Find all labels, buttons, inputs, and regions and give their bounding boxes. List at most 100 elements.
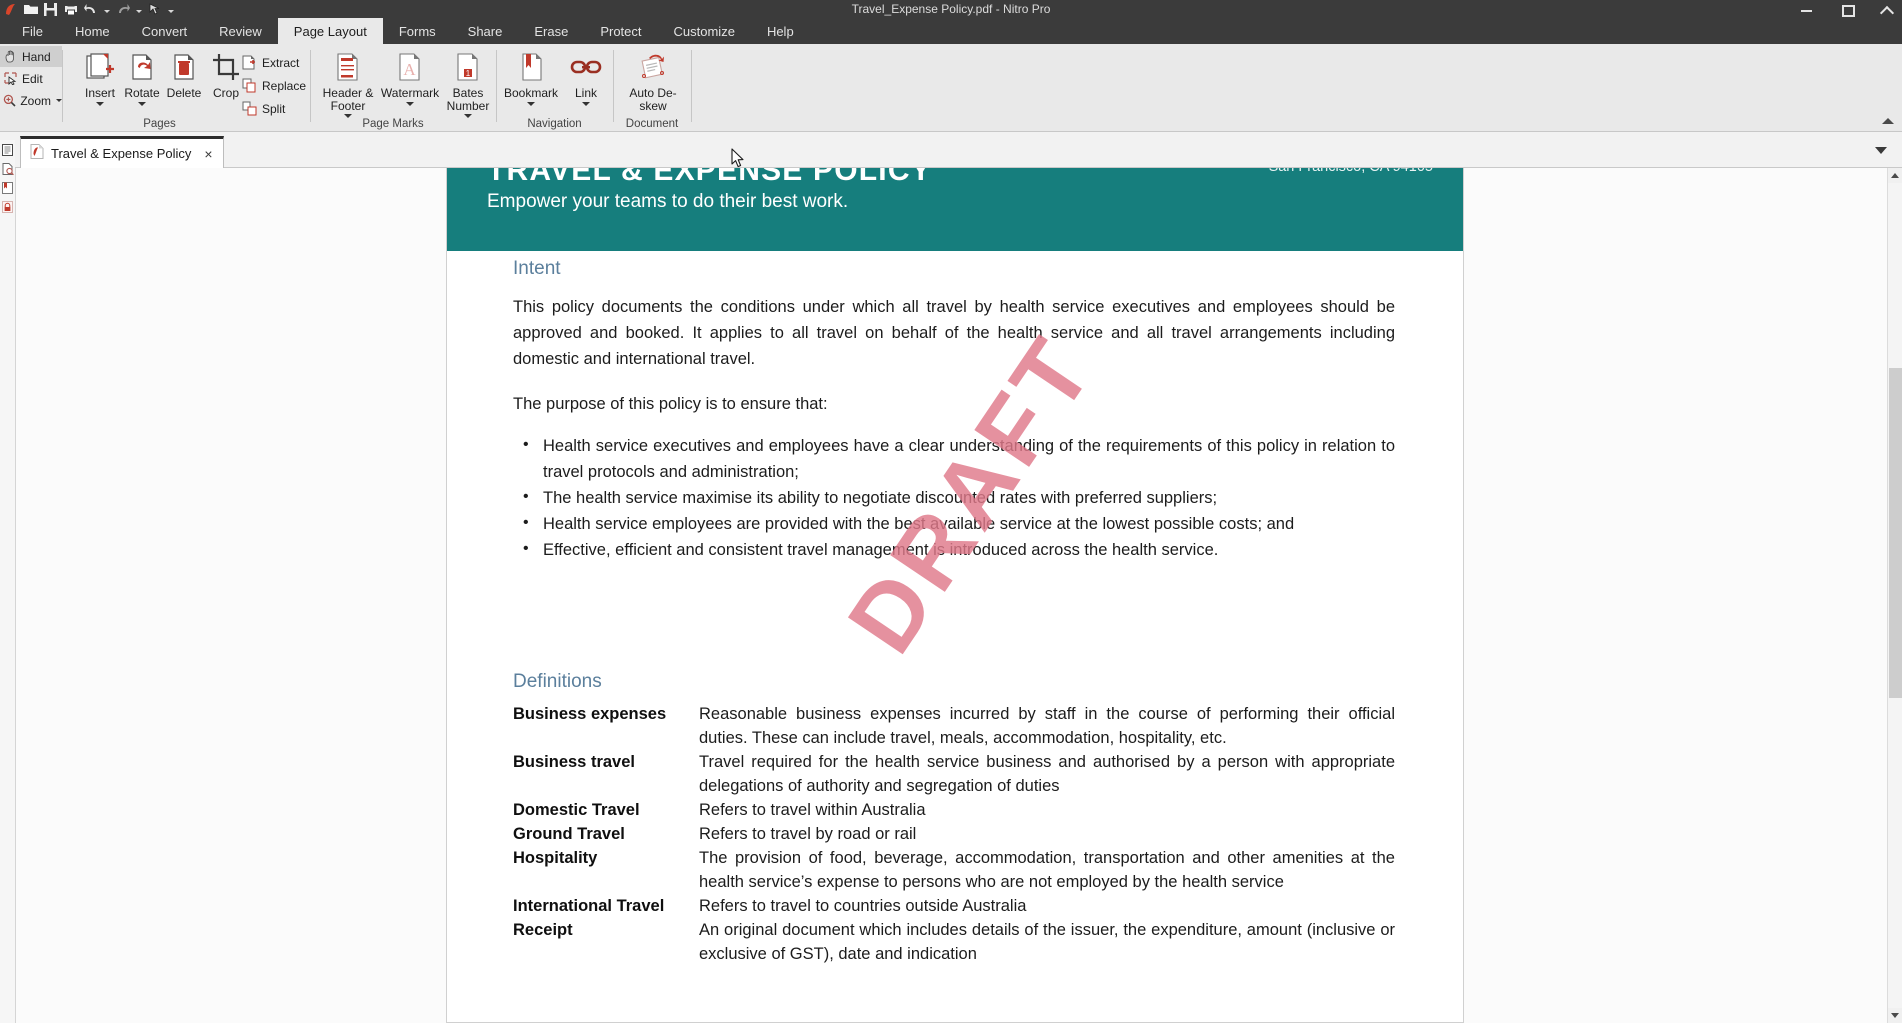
hand-tool-label: Hand <box>22 49 51 64</box>
hand-icon <box>3 49 18 64</box>
bates-number-button[interactable]: 1 Bates Number <box>439 48 497 122</box>
definitions-list: Business expenses Reasonable business ex… <box>513 702 1395 966</box>
collapse-ribbon-button[interactable] <box>1878 2 1896 16</box>
svg-text:A: A <box>403 60 416 79</box>
list-item: Effective, efficient and consistent trav… <box>513 536 1395 563</box>
split-icon <box>241 100 258 117</box>
definition-row: Domestic Travel Refers to travel within … <box>513 798 1395 822</box>
rotate-page-caret[interactable] <box>138 101 146 106</box>
ribbon-tab-help[interactable]: Help <box>751 18 810 44</box>
maximize-button[interactable] <box>1838 2 1856 17</box>
definition-description: Refers to travel by road or rail <box>699 825 917 843</box>
ribbon-tab-protect[interactable]: Protect <box>584 18 657 44</box>
ribbon-tab-review[interactable]: Review <box>203 18 278 44</box>
definition-description: Refers to travel within Australia <box>699 801 926 819</box>
document-tab-close-icon[interactable]: × <box>204 146 212 162</box>
ribbon-tab-convert[interactable]: Convert <box>126 18 204 44</box>
link-caret[interactable] <box>582 101 590 106</box>
header-footer-icon <box>333 48 363 86</box>
ribbon-tab-page-layout[interactable]: Page Layout <box>277 18 383 44</box>
replace-label: Replace <box>262 78 307 93</box>
sidebar-security-panel-icon[interactable] <box>0 197 15 216</box>
definition-term: Hospitality <box>513 849 598 867</box>
bookmark-button[interactable]: Bookmark <box>501 48 561 122</box>
insert-pages-caret[interactable] <box>96 101 104 106</box>
document-vertical-scrollbar[interactable] <box>1887 168 1902 1023</box>
replace-button[interactable]: Replace <box>241 75 306 96</box>
ribbon-tab-share[interactable]: Share <box>452 18 519 44</box>
document-tab-strip: Travel & Expense Policy × <box>0 132 1902 168</box>
definition-term: International Travel <box>513 897 665 915</box>
ribbon-group-document: Auto De-skew Document <box>614 44 690 132</box>
ribbon-group-navigation: Bookmark Link Navigation <box>497 44 612 132</box>
bookmark-label: Bookmark <box>503 86 559 100</box>
section-definitions-heading: Definitions <box>513 671 602 692</box>
split-button[interactable]: Split <box>241 98 285 119</box>
ribbon-group-pages: Insert Rotate Delete Crop Extract Replac… <box>63 44 306 132</box>
minimize-button[interactable] <box>1798 2 1816 16</box>
scroll-down-button[interactable] <box>1888 1008 1902 1023</box>
title-bar: Travel_Expense Policy.pdf - Nitro Pro <box>0 0 1902 18</box>
section-definitions: Definitions Business expenses Reasonable… <box>513 671 1395 966</box>
pdf-page[interactable]: TRAVEL & EXPENSE POLICY Empower your tea… <box>446 168 1464 1023</box>
hand-tool-button[interactable]: Hand <box>0 46 62 67</box>
document-body: Intent This policy documents the conditi… <box>447 251 1463 1022</box>
ribbon-tab-forms[interactable]: Forms <box>383 18 452 44</box>
document-banner: TRAVEL & EXPENSE POLICY Empower your tea… <box>447 168 1463 251</box>
sidebar-pages-panel-icon[interactable] <box>0 140 15 159</box>
watermark-label: Watermark <box>380 86 440 100</box>
ribbon-group-page-marks: Header & Footer A Watermark 1 Bates Numb… <box>311 44 489 132</box>
definition-term: Business travel <box>513 753 635 771</box>
definition-row: International Travel Refers to travel to… <box>513 894 1395 918</box>
definition-description: An original document which includes deta… <box>699 921 1395 963</box>
definition-row: Business travel Travel required for the … <box>513 750 1395 798</box>
ribbon-tab-home[interactable]: Home <box>59 18 126 44</box>
ribbon-group-document-label: Document <box>625 118 679 130</box>
scroll-up-button[interactable] <box>1888 168 1902 183</box>
sidebar-ocr-panel-icon[interactable] <box>0 159 15 178</box>
list-item: The health service maximise its ability … <box>513 484 1395 511</box>
definition-term: Domestic Travel <box>513 801 640 819</box>
ribbon-tab-erase[interactable]: Erase <box>518 18 584 44</box>
pdf-file-icon <box>30 143 44 164</box>
svg-text:1: 1 <box>466 69 471 78</box>
ribbon-scroll-up-button[interactable] <box>1880 115 1896 127</box>
crop-label: Crop <box>212 86 239 100</box>
edit-tool-label: Edit <box>22 71 43 86</box>
extract-button[interactable]: Extract <box>241 52 299 73</box>
document-banner-title: TRAVEL & EXPENSE POLICY <box>487 168 932 187</box>
insert-pages-label: Insert <box>84 86 115 100</box>
tab-list-dropdown-button[interactable] <box>1874 144 1888 156</box>
bookmark-caret[interactable] <box>527 101 535 106</box>
zoom-icon <box>3 93 16 108</box>
definition-row: Hospitality The provision of food, bever… <box>513 846 1395 894</box>
definition-row: Receipt An original document which inclu… <box>513 918 1395 966</box>
header-footer-button[interactable]: Header & Footer <box>315 48 381 122</box>
zoom-tool-button[interactable]: Zoom <box>0 90 62 111</box>
mode-tool-group: Hand Edit Zoom <box>0 44 62 132</box>
document-tab-label: Travel & Expense Policy <box>51 146 192 161</box>
link-label: Link <box>574 86 597 100</box>
header-footer-label: Header & Footer <box>322 86 374 113</box>
definition-term: Ground Travel <box>513 825 625 843</box>
extract-label: Extract <box>262 55 300 70</box>
link-button[interactable]: Link <box>559 48 613 122</box>
auto-deskew-button[interactable]: Auto De-skew <box>622 48 684 122</box>
document-tab-travel-expense-policy[interactable]: Travel & Expense Policy × <box>20 136 224 168</box>
section-intent: Intent This policy documents the conditi… <box>513 258 1395 563</box>
ribbon-divider <box>691 50 692 122</box>
scrollbar-thumb[interactable] <box>1889 368 1902 698</box>
sidebar-bookmarks-panel-icon[interactable] <box>0 178 15 197</box>
ribbon-group-page-marks-label: Page Marks <box>362 118 424 130</box>
section-intent-paragraph-1: This policy documents the conditions und… <box>513 298 1395 368</box>
document-workspace[interactable]: TRAVEL & EXPENSE POLICY Empower your tea… <box>15 168 1887 1023</box>
definition-row: Business expenses Reasonable business ex… <box>513 702 1395 750</box>
crop-icon <box>211 48 241 86</box>
document-banner-subtitle: Empower your teams to do their best work… <box>487 191 849 212</box>
section-intent-bullet-list: Health service executives and employees … <box>513 432 1395 563</box>
edit-tool-button[interactable]: Edit <box>0 68 62 89</box>
watermark-button[interactable]: A Watermark <box>381 48 439 122</box>
ribbon-tab-customize[interactable]: Customize <box>658 18 751 44</box>
watermark-caret[interactable] <box>406 101 414 106</box>
ribbon-tab-file[interactable]: File <box>6 18 59 44</box>
